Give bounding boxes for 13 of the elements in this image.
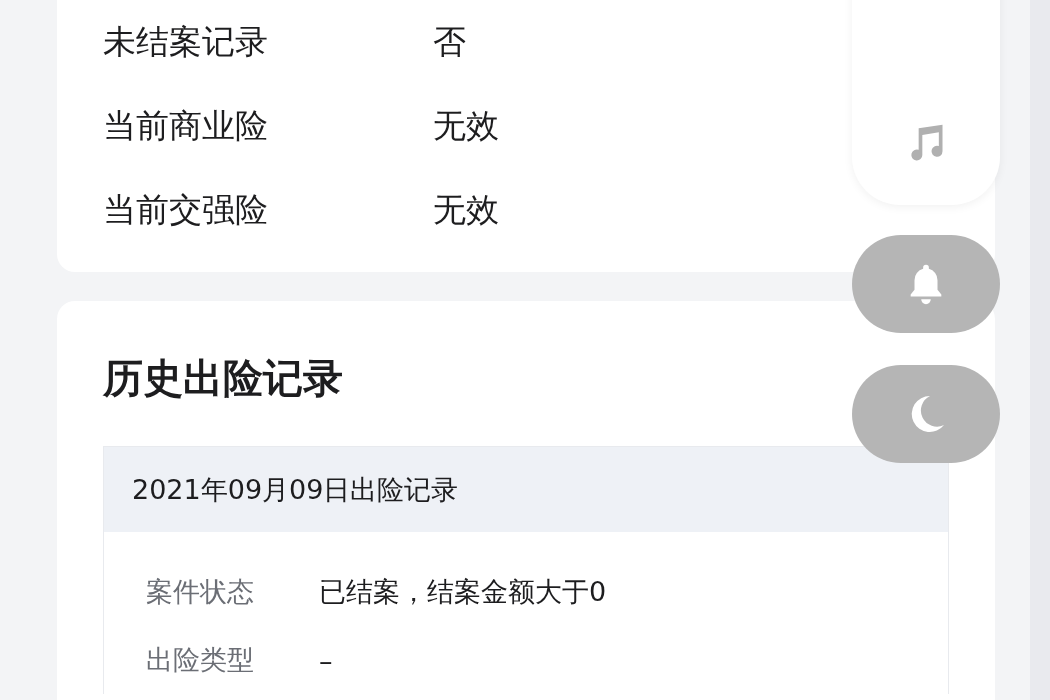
field-label: 案件状态 — [146, 575, 255, 609]
field-value: – — [319, 644, 333, 676]
field-value: 否 — [433, 20, 466, 63]
section-title: 历史出险记录 — [103, 354, 344, 403]
field-label: 未结案记录 — [103, 20, 269, 63]
field-label: 出险类型 — [146, 643, 255, 677]
music-button[interactable] — [852, 0, 1000, 205]
record-header: 2021年09月09日出险记录 — [104, 447, 948, 532]
field-value: 已结案，结案金额大于0 — [319, 575, 607, 609]
field-value: 无效 — [433, 188, 499, 231]
field-value: 无效 — [433, 104, 499, 147]
field-label: 当前商业险 — [103, 104, 269, 147]
field-label: 当前交强险 — [103, 188, 269, 231]
